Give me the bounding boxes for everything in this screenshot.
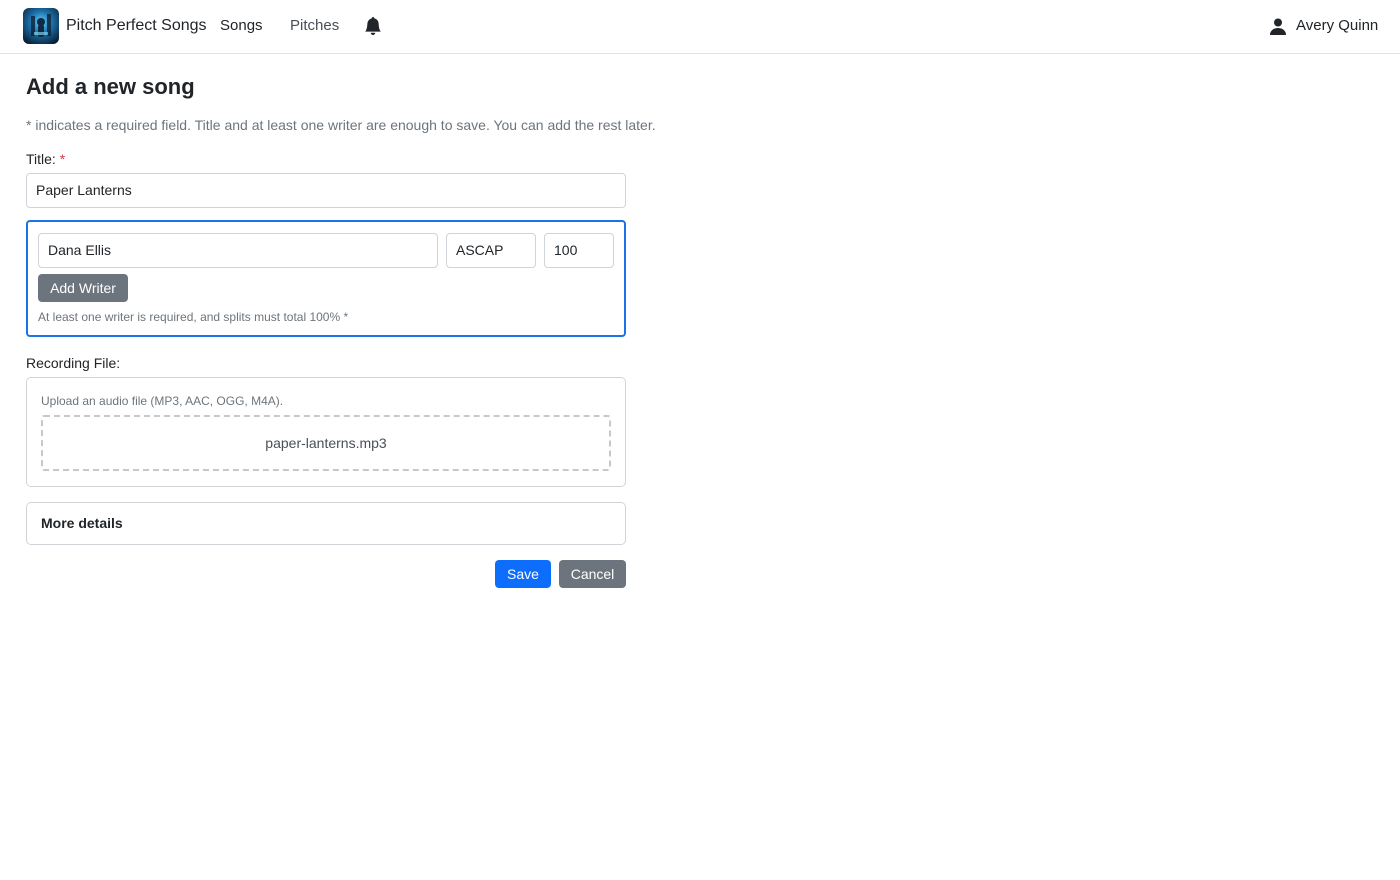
more-details-label: More details: [41, 515, 123, 531]
bell-icon[interactable]: [364, 16, 382, 35]
user-icon: [1270, 18, 1286, 35]
title-label: Title: *: [26, 151, 65, 167]
nav-pitches-link[interactable]: Pitches: [290, 17, 339, 34]
nav-songs-link[interactable]: Songs: [220, 17, 263, 34]
more-details-toggle[interactable]: More details: [26, 502, 626, 545]
required-marker: *: [59, 151, 66, 167]
top-navbar: Pitch Perfect Songs Songs Pitches Avery …: [0, 0, 1400, 54]
required-hint: * indicates a required field. Title and …: [26, 117, 656, 133]
writer-split-input[interactable]: 100: [544, 233, 614, 268]
title-input[interactable]: Paper Lanterns: [26, 173, 626, 208]
recording-label: Recording File:: [26, 355, 121, 371]
writer-name-input[interactable]: Dana Ellis: [38, 233, 438, 268]
page-title: Add a new song: [26, 74, 195, 99]
writer-pro-input[interactable]: ASCAP: [446, 233, 536, 268]
recording-card: Upload an audio file (MP3, AAC, OGG, M4A…: [26, 377, 626, 487]
add-writer-button[interactable]: Add Writer: [38, 274, 128, 302]
save-button[interactable]: Save: [495, 560, 551, 588]
cancel-button[interactable]: Cancel: [559, 560, 626, 588]
title-label-text: Title:: [26, 151, 56, 167]
writers-help-text: At least one writer is required, and spl…: [38, 310, 349, 324]
writers-section: Dana Ellis ASCAP 100 Add Writer At least…: [26, 220, 626, 337]
user-name: Avery Quinn: [1296, 17, 1379, 34]
brand-name[interactable]: Pitch Perfect Songs: [66, 17, 207, 35]
file-dropzone[interactable]: paper-lanterns.mp3: [41, 415, 611, 471]
app-logo-icon[interactable]: [23, 8, 59, 44]
upload-hint: Upload an audio file (MP3, AAC, OGG, M4A…: [41, 394, 284, 408]
